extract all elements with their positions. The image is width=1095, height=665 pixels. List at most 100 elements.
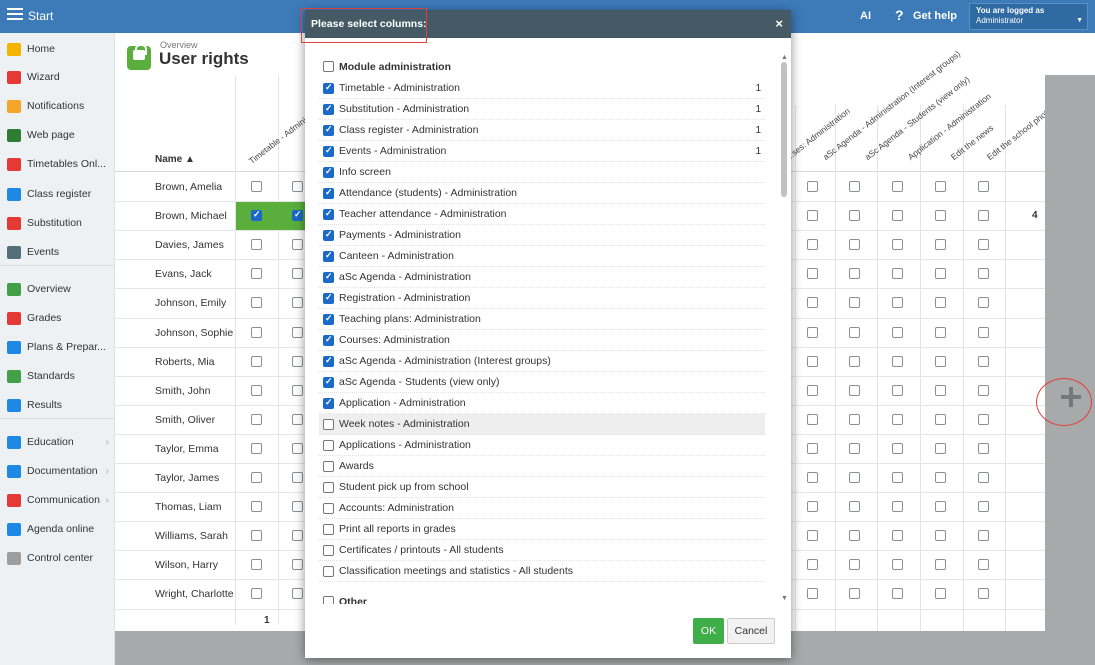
- permission-checkbox[interactable]: [292, 239, 303, 251]
- permission-checkbox[interactable]: [849, 472, 860, 483]
- permission-checkbox[interactable]: [849, 413, 860, 425]
- permission-checkbox[interactable]: [849, 181, 860, 192]
- user-name[interactable]: Williams, Sarah: [155, 530, 228, 542]
- scrollbar-thumb[interactable]: [781, 62, 787, 197]
- permission-checkbox[interactable]: [292, 588, 303, 600]
- user-name[interactable]: Smith, John: [155, 385, 210, 397]
- permission-checkbox[interactable]: [978, 355, 989, 367]
- sidebar-item-home[interactable]: Home: [0, 35, 115, 63]
- sidebar-item-communication[interactable]: Communication ›: [0, 486, 115, 514]
- permission-checkbox[interactable]: [292, 209, 303, 222]
- permission-checkbox[interactable]: [251, 559, 262, 571]
- permission-checkbox[interactable]: [978, 384, 989, 396]
- permission-checkbox[interactable]: [892, 268, 903, 280]
- permission-checkbox[interactable]: [292, 472, 303, 483]
- column-option[interactable]: Application - Administration: [319, 393, 765, 414]
- permission-checkbox[interactable]: [849, 239, 860, 251]
- option-checkbox[interactable]: [323, 229, 334, 241]
- permission-checkbox[interactable]: [251, 268, 262, 280]
- permission-checkbox[interactable]: [251, 501, 262, 513]
- option-checkbox[interactable]: [323, 460, 334, 472]
- user-name[interactable]: Johnson, Sophie: [155, 327, 233, 339]
- permission-checkbox[interactable]: [807, 181, 818, 192]
- user-name[interactable]: Taylor, James: [155, 472, 219, 484]
- option-checkbox[interactable]: [323, 481, 334, 493]
- column-option[interactable]: Events - Administration 1: [319, 141, 765, 162]
- permission-checkbox[interactable]: [251, 355, 262, 367]
- option-checkbox[interactable]: [323, 355, 334, 367]
- option-checkbox[interactable]: [323, 187, 334, 199]
- permission-checkbox[interactable]: [251, 472, 262, 483]
- permission-checkbox[interactable]: [978, 530, 989, 542]
- permission-checkbox[interactable]: [807, 355, 818, 367]
- start-link[interactable]: Start: [28, 9, 53, 23]
- close-icon[interactable]: ×: [775, 16, 783, 31]
- sidebar-item-class-register[interactable]: Class register: [0, 180, 115, 208]
- permission-checkbox[interactable]: [807, 472, 818, 483]
- permission-checkbox[interactable]: [849, 530, 860, 542]
- permission-checkbox[interactable]: [935, 297, 946, 309]
- permission-checkbox[interactable]: [807, 297, 818, 309]
- option-checkbox[interactable]: [323, 596, 334, 604]
- permission-checkbox[interactable]: [978, 181, 989, 192]
- permission-checkbox[interactable]: [292, 559, 303, 571]
- column-option[interactable]: Print all reports in grades: [319, 519, 765, 540]
- user-name[interactable]: Taylor, Emma: [155, 443, 219, 455]
- permission-checkbox[interactable]: [292, 530, 303, 542]
- permission-checkbox[interactable]: [807, 268, 818, 280]
- option-checkbox[interactable]: [323, 166, 334, 178]
- sidebar-item-substitution[interactable]: Substitution: [0, 209, 115, 237]
- column-option[interactable]: Payments - Administration: [319, 225, 765, 246]
- column-option[interactable]: Certificates / printouts - All students: [319, 540, 765, 561]
- permission-checkbox[interactable]: [935, 384, 946, 396]
- get-help-link[interactable]: Get help: [913, 10, 957, 22]
- option-checkbox[interactable]: [323, 250, 334, 262]
- permission-checkbox[interactable]: [935, 501, 946, 513]
- permission-checkbox[interactable]: [935, 239, 946, 251]
- permission-checkbox[interactable]: [807, 326, 818, 338]
- name-column-header[interactable]: Name ▲: [155, 154, 195, 165]
- permission-checkbox[interactable]: [892, 355, 903, 367]
- permission-checkbox[interactable]: [849, 559, 860, 571]
- permission-checkbox[interactable]: [849, 384, 860, 396]
- permission-checkbox[interactable]: [807, 239, 818, 251]
- option-checkbox[interactable]: [323, 397, 334, 409]
- permission-checkbox[interactable]: [892, 181, 903, 192]
- permission-checkbox[interactable]: [978, 442, 989, 454]
- permission-checkbox[interactable]: [935, 472, 946, 483]
- option-checkbox[interactable]: [323, 523, 334, 535]
- permission-checkbox[interactable]: [892, 239, 903, 251]
- sidebar-item-wizard[interactable]: Wizard: [0, 63, 115, 91]
- sidebar-item-control-center[interactable]: Control center: [0, 544, 115, 572]
- permission-checkbox[interactable]: [892, 297, 903, 309]
- column-option[interactable]: Student pick up from school: [319, 477, 765, 498]
- permission-checkbox[interactable]: [892, 472, 903, 483]
- column-option[interactable]: Awards: [319, 456, 765, 477]
- sidebar-item-events[interactable]: Events: [0, 238, 115, 266]
- permission-checkbox[interactable]: [251, 239, 262, 251]
- permission-checkbox[interactable]: [892, 530, 903, 542]
- permission-checkbox[interactable]: [292, 268, 303, 280]
- sidebar-item-overview[interactable]: Overview: [0, 275, 115, 303]
- permission-checkbox[interactable]: [935, 181, 946, 192]
- sidebar-item-education[interactable]: Education ›: [0, 428, 115, 456]
- permission-checkbox[interactable]: [849, 326, 860, 338]
- user-name[interactable]: Thomas, Liam: [155, 501, 222, 513]
- permission-checkbox[interactable]: [978, 268, 989, 280]
- option-checkbox[interactable]: [323, 208, 334, 220]
- sidebar-item-plans-prepar[interactable]: Plans & Prepar...: [0, 333, 115, 361]
- permission-checkbox[interactable]: [251, 413, 262, 425]
- permission-checkbox[interactable]: [292, 181, 303, 192]
- sidebar-item-agenda-online[interactable]: Agenda online: [0, 515, 115, 543]
- column-option[interactable]: Canteen - Administration: [319, 246, 765, 267]
- sidebar-item-notifications[interactable]: Notifications: [0, 92, 115, 120]
- option-checkbox[interactable]: [323, 292, 334, 304]
- column-option[interactable]: Teacher attendance - Administration: [319, 204, 765, 225]
- permission-checkbox[interactable]: [292, 326, 303, 338]
- sidebar-item-documentation[interactable]: Documentation ›: [0, 457, 115, 485]
- permission-checkbox[interactable]: [978, 559, 989, 571]
- column-option[interactable]: aSc Agenda - Administration (Interest gr…: [319, 351, 765, 372]
- permission-checkbox[interactable]: [935, 442, 946, 454]
- permission-checkbox[interactable]: [935, 588, 946, 600]
- permission-checkbox[interactable]: [849, 442, 860, 454]
